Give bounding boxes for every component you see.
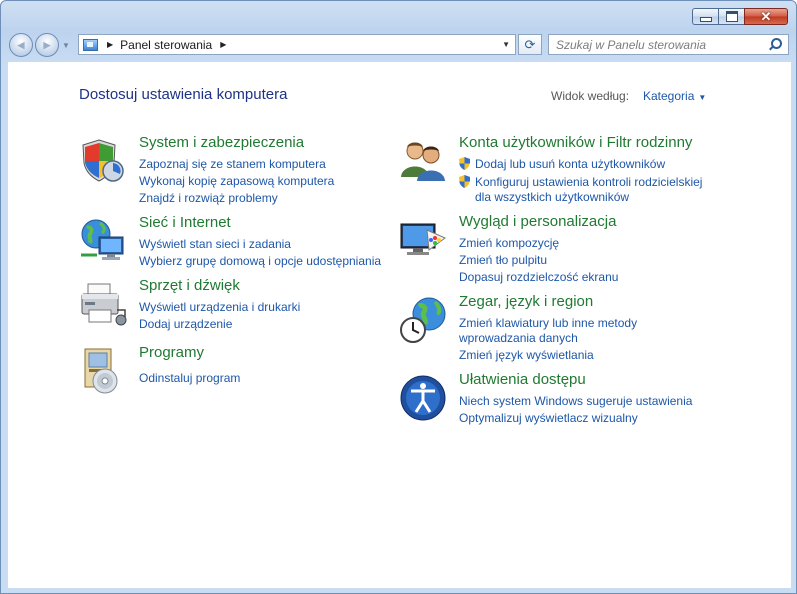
minimize-icon xyxy=(699,17,712,22)
category-title[interactable]: System i zabezpieczenia xyxy=(139,134,304,151)
programs-disc-icon xyxy=(84,348,118,394)
content-area: Dostosuj ustawienia komputera Widok wedł… xyxy=(8,62,791,588)
view-by-label: Widok według: xyxy=(551,89,630,103)
category-title[interactable]: Ułatwienia dostępu xyxy=(459,371,586,388)
uac-shield-icon xyxy=(459,157,470,170)
link-change-theme[interactable]: Zmień kompozycję xyxy=(459,236,559,251)
minimize-button[interactable] xyxy=(692,8,718,25)
link-check-computer-status[interactable]: Zapoznaj się ze stanem komputera xyxy=(139,157,326,172)
link-view-devices-printers[interactable]: Wyświetl urządzenia i drukarki xyxy=(139,300,300,315)
link-optimize-visual-display[interactable]: Optymalizuj wyświetlacz wizualny xyxy=(459,411,638,426)
caption-buttons: ✕ xyxy=(692,8,788,25)
link-change-display-language[interactable]: Zmień język wyświetlania xyxy=(459,348,594,363)
search-input[interactable]: Szukaj w Panelu sterowania xyxy=(556,38,768,52)
navigation-buttons: ◀ ▶ ▼ xyxy=(9,33,70,57)
link-label: Konfiguruj ustawienia kontroli rodziciel… xyxy=(475,175,703,189)
link-adjust-resolution[interactable]: Dopasuj rozdzielczość ekranu xyxy=(459,270,618,285)
maximize-button[interactable] xyxy=(718,8,744,25)
recent-pages-dropdown[interactable]: ▼ xyxy=(62,41,70,50)
control-panel-window: ✕ ◀ ▶ ▼ ▶ Panel sterowania ▶ ▼ ⟳ Szukaj … xyxy=(0,0,797,594)
link-change-keyboards[interactable]: Zmień klawiatury lub inne metody xyxy=(459,316,637,331)
link-homegroup-sharing[interactable]: Wybierz grupę domową i opcje udostępnian… xyxy=(139,254,381,269)
back-arrow-icon: ◀ xyxy=(17,39,25,50)
link-change-keyboards-continued[interactable]: wprowadzania danych xyxy=(459,331,578,346)
breadcrumb-separator-icon[interactable]: ▶ xyxy=(107,40,113,49)
address-bar[interactable]: ▶ Panel sterowania ▶ ▼ xyxy=(78,34,516,55)
refresh-button[interactable]: ⟳ xyxy=(518,34,542,55)
link-find-fix-problems[interactable]: Znajdź i rozwiąż problemy xyxy=(139,191,278,206)
maximize-icon xyxy=(725,11,738,22)
close-icon: ✕ xyxy=(760,9,772,24)
printer-devices-icon xyxy=(81,283,127,326)
link-uninstall-program[interactable]: Odinstaluj program xyxy=(139,371,240,386)
users-icon xyxy=(401,142,445,181)
category-title[interactable]: Zegar, język i region xyxy=(459,293,593,310)
category-title[interactable]: Programy xyxy=(139,344,204,361)
link-parental-controls[interactable]: Konfiguruj ustawienia kontroli rodziciel… xyxy=(459,175,702,190)
back-button[interactable]: ◀ xyxy=(9,33,33,57)
view-by-dropdown[interactable]: Kategoria ▼ xyxy=(643,89,706,103)
forward-arrow-icon: ▶ xyxy=(43,39,51,50)
category-title[interactable]: Wygląd i personalizacja xyxy=(459,213,616,230)
link-parental-controls-continued[interactable]: dla wszystkich użytkowników xyxy=(475,190,629,205)
link-change-desktop-background[interactable]: Zmień tło pulpitu xyxy=(459,253,547,268)
clock-globe-icon xyxy=(400,297,446,343)
category-title[interactable]: Sprzęt i dźwięk xyxy=(139,277,240,294)
breadcrumb-chevron-icon[interactable]: ▶ xyxy=(220,40,226,49)
page-title: Dostosuj ustawienia komputera xyxy=(79,86,288,103)
chevron-down-icon: ▼ xyxy=(698,93,707,102)
view-by-value: Kategoria xyxy=(643,89,695,103)
link-add-remove-accounts[interactable]: Dodaj lub usuń konta użytkowników xyxy=(459,157,665,172)
control-panel-icon xyxy=(83,38,98,51)
forward-button[interactable]: ▶ xyxy=(35,33,59,57)
link-label: Dodaj lub usuń konta użytkowników xyxy=(475,157,666,171)
address-dropdown-icon[interactable]: ▼ xyxy=(502,40,510,49)
search-box[interactable]: Szukaj w Panelu sterowania xyxy=(548,34,789,55)
uac-shield-icon xyxy=(459,175,470,188)
display-personalize-icon xyxy=(400,223,446,255)
link-windows-suggest-settings[interactable]: Niech system Windows sugeruje ustawienia xyxy=(459,394,692,409)
close-button[interactable]: ✕ xyxy=(744,8,788,25)
link-add-device[interactable]: Dodaj urządzenie xyxy=(139,317,232,332)
breadcrumb-control-panel[interactable]: Panel sterowania xyxy=(120,38,212,52)
link-view-network-status[interactable]: Wyświetl stan sieci i zadania xyxy=(139,237,291,252)
category-title[interactable]: Sieć i Internet xyxy=(139,214,231,231)
link-backup-computer[interactable]: Wykonaj kopię zapasową komputera xyxy=(139,174,334,189)
shield-security-icon xyxy=(82,139,124,182)
network-globe-icon xyxy=(81,219,124,260)
category-title[interactable]: Konta użytkowników i Filtr rodzinny xyxy=(459,134,692,151)
refresh-icon: ⟳ xyxy=(524,36,536,52)
search-icon[interactable] xyxy=(768,37,782,52)
accessibility-icon xyxy=(400,375,446,421)
